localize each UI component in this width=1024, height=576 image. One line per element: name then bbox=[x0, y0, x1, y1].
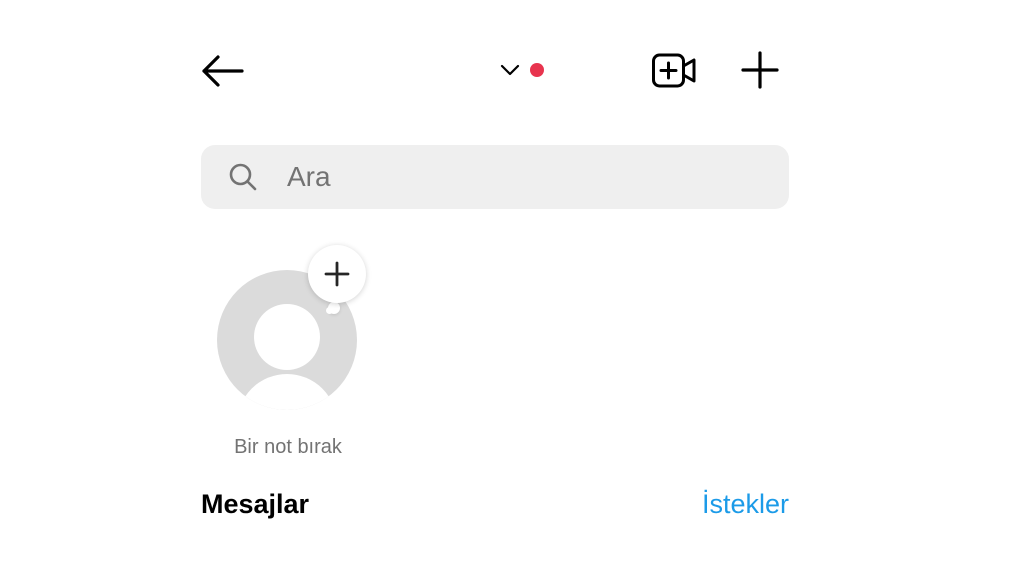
note-bubble-tail-small bbox=[326, 307, 333, 314]
add-note-button[interactable] bbox=[308, 245, 366, 303]
plus-icon bbox=[741, 51, 779, 89]
avatar-head-shape bbox=[254, 304, 320, 370]
video-call-add-icon bbox=[652, 53, 696, 88]
back-button[interactable] bbox=[196, 48, 248, 94]
new-video-call-button[interactable] bbox=[648, 48, 700, 94]
note-section: Bir not bırak bbox=[210, 240, 380, 470]
search-bar[interactable] bbox=[201, 145, 789, 209]
search-icon bbox=[227, 161, 259, 193]
arrow-left-icon bbox=[202, 55, 244, 87]
plus-icon bbox=[324, 261, 350, 287]
requests-link[interactable]: İstekler bbox=[694, 489, 789, 520]
new-message-button[interactable] bbox=[736, 46, 784, 94]
note-label: Bir not bırak bbox=[234, 436, 342, 458]
messages-title: Mesajlar bbox=[201, 489, 310, 519]
avatar-body-shape bbox=[237, 374, 337, 410]
direct-messages-screen: Bir not bırak Mesajlar İstekler bbox=[0, 0, 1024, 576]
account-switcher[interactable] bbox=[500, 54, 564, 86]
search-input[interactable] bbox=[287, 161, 747, 193]
notification-dot bbox=[530, 63, 544, 77]
chevron-down-icon bbox=[500, 64, 520, 76]
